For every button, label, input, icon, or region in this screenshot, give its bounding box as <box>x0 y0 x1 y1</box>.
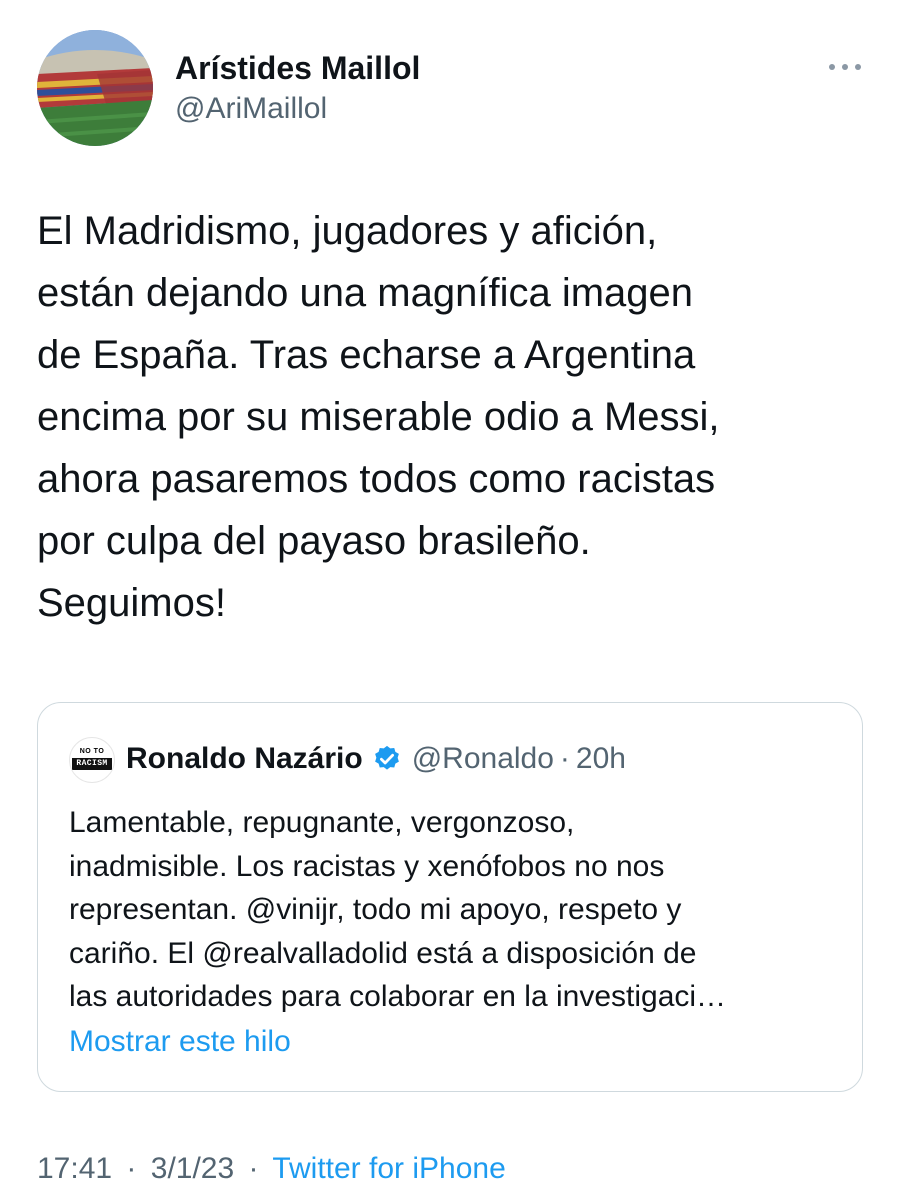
quoted-tweet-time[interactable]: 20h <box>576 742 626 776</box>
tweet-footer: 17:41 · 3/1/23 · Twitter for iPhone <box>37 1152 506 1186</box>
quoted-tweet-header: Ronaldo Nazário @Ronaldo · 20h <box>126 739 626 779</box>
tweet-time[interactable]: 17:41 <box>37 1152 112 1185</box>
author-handle[interactable]: @AriMaillol <box>175 92 327 126</box>
quoted-author-avatar[interactable]: NO TO RACISM <box>69 737 115 783</box>
tweet-text: El Madridismo, jugadores y afición, está… <box>37 209 720 625</box>
author-avatar[interactable] <box>37 30 153 146</box>
more-options-icon[interactable] <box>826 57 864 77</box>
tweet-date[interactable]: 3/1/23 <box>151 1152 234 1185</box>
show-thread-link[interactable]: Mostrar este hilo <box>69 1025 291 1059</box>
tweet-source-link[interactable]: Twitter for iPhone <box>272 1152 505 1185</box>
stadium-photo-avatar <box>37 30 153 146</box>
verified-badge-icon <box>374 745 399 770</box>
avatar-label-top: NO TO <box>79 748 105 755</box>
quoted-tweet-text: Lamentable, repugnante, vergonzoso, inad… <box>69 806 727 1013</box>
footer-separator: · <box>126 1152 137 1185</box>
author-name[interactable]: Arístides Maillol <box>175 50 420 87</box>
avatar-label-bottom: RACISM <box>72 758 112 770</box>
meta-separator: · <box>559 742 570 775</box>
quoted-tweet-card[interactable]: NO TO RACISM Ronaldo Nazário @Ronaldo · … <box>37 702 863 1092</box>
quoted-author-name[interactable]: Ronaldo Nazário <box>126 742 363 776</box>
quoted-author-handle[interactable]: @Ronaldo <box>412 742 554 776</box>
footer-separator: · <box>248 1152 259 1185</box>
